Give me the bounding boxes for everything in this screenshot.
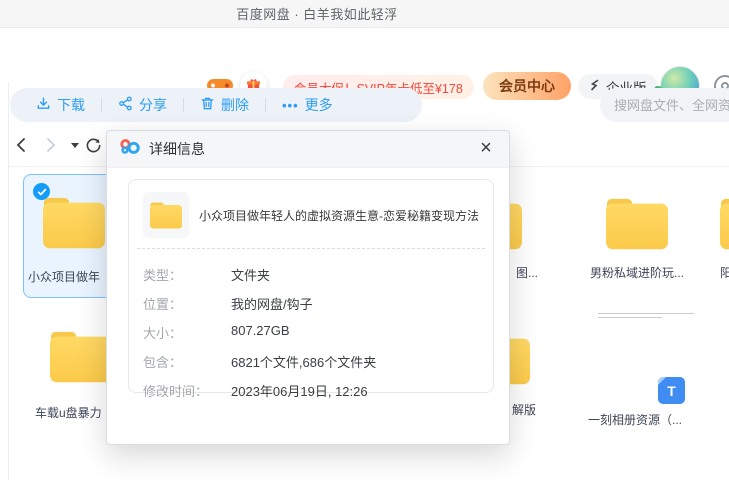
info-label: 类型： [143,265,231,294]
file-label[interactable]: 解版 [512,401,536,418]
file-label[interactable]: 图... [516,264,538,281]
info-value: 6821个文件,686个文件夹 [231,352,376,381]
file-label[interactable]: 一刻相册资源（... [588,411,682,428]
file-label[interactable]: 阳 [720,264,729,281]
info-row-size: 大小： 807.27GB [143,323,479,352]
dialog-title: 详细信息 [149,139,205,159]
watermark-text [598,317,662,318]
info-value: 807.27GB [231,323,290,352]
info-value: 2023年06月19日, 12:26 [231,381,368,410]
dialog-header: 详细信息 × [107,131,509,168]
info-label: 修改时间： [143,381,231,410]
file-name: 小众项目做年轻人的虚拟资源生意-恋爱秘籍变现方法 [199,207,479,224]
details-dialog: 详细信息 × 小众项目做年轻人的虚拟资源生意-恋爱秘籍变现方法 类型： 文件夹 [106,130,510,445]
close-icon[interactable]: × [473,135,499,161]
file-label[interactable]: 小众项目做年 [28,268,100,285]
file-name-row: 小众项目做年轻人的虚拟资源生意-恋爱秘籍变现方法 [129,180,493,248]
txt-file-letter: T [667,383,676,399]
folder-icon [43,196,105,250]
app-window: 百度网盘 · 白羊我如此轻浮 会员大促！SVIP年卡低至¥178 会员中心 [0,0,729,480]
file-info-panel: 小众项目做年轻人的虚拟资源生意-恋爱秘籍变现方法 类型： 文件夹 位置： 我的网… [128,179,494,393]
folder-thumb [143,192,189,238]
folder-icon[interactable] [50,330,112,384]
info-label: 位置： [143,294,231,323]
info-row-modified: 修改时间： 2023年06月19日, 12:26 [143,381,479,410]
file-label[interactable]: 男粉私域进阶玩... [577,264,697,281]
watermark-text [598,313,694,314]
file-label[interactable]: 车载u盘暴力 [35,404,102,421]
info-row-contains: 包含： 6821个文件,686个文件夹 [143,352,479,381]
info-label: 大小： [143,323,231,352]
info-label: 包含： [143,352,231,381]
txt-file-icon[interactable]: T [658,377,685,404]
info-value: 我的网盘/钩子 [231,294,313,323]
folder-icon[interactable] [606,197,668,251]
file-info-rows: 类型： 文件夹 位置： 我的网盘/钩子 大小： 807.27GB 包含： 682… [129,249,493,410]
netdisk-logo-icon [119,138,141,160]
info-row-location: 位置： 我的网盘/钩子 [143,294,479,323]
info-row-type: 类型： 文件夹 [143,265,479,294]
info-value: 文件夹 [231,265,270,294]
folder-icon [150,202,182,229]
folder-icon[interactable] [720,197,729,251]
